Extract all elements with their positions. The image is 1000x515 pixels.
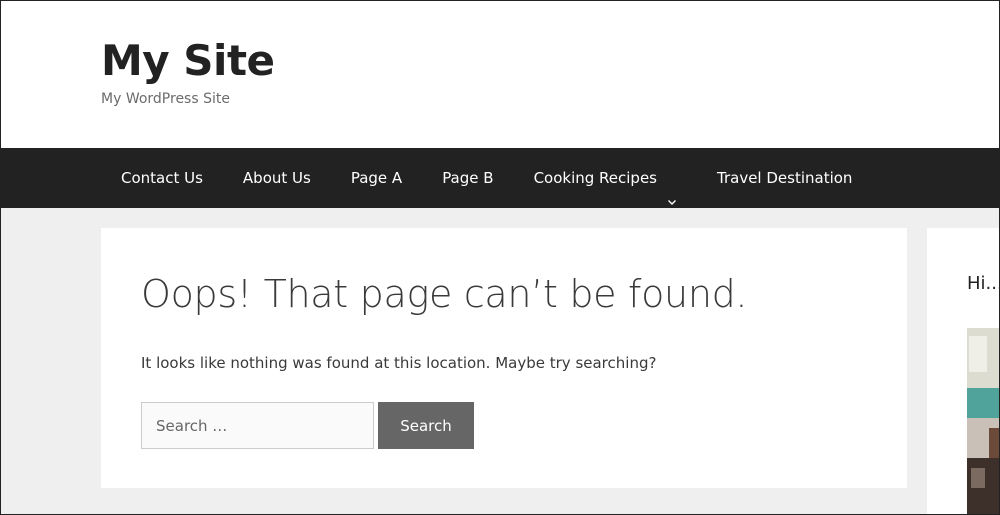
- not-found-message: It looks like nothing was found at this …: [141, 354, 657, 372]
- sidebar-widget: Hi...: [927, 228, 1000, 514]
- sidebar-widget-title: Hi...: [967, 273, 1000, 294]
- content-area: Oops! That page can’t be found. It looks…: [101, 228, 907, 488]
- nav-item-contact-us[interactable]: Contact Us: [101, 148, 223, 208]
- browser-viewport: My Site My WordPress Site Contact Us Abo…: [0, 0, 1000, 515]
- nav-item-label: Travel Destination: [717, 169, 853, 187]
- nav-item-page-a[interactable]: Page A: [331, 148, 422, 208]
- site-title-link[interactable]: My Site: [101, 33, 275, 89]
- search-input[interactable]: [141, 402, 374, 449]
- nav-item-label: Page A: [350, 169, 403, 187]
- nav-item-label: Cooking Recipes: [533, 169, 657, 187]
- nav-item-about-us[interactable]: About Us: [223, 148, 331, 208]
- main-navigation: Contact Us About Us Page A Page B Cookin…: [1, 148, 999, 208]
- page-title: Oops! That page can’t be found.: [141, 272, 748, 316]
- nav-item-label: About Us: [242, 169, 311, 187]
- nav-menu: Contact Us About Us Page A Page B Cookin…: [101, 148, 872, 208]
- nav-item-label: Page B: [442, 169, 494, 187]
- chevron-down-icon[interactable]: [667, 172, 677, 205]
- site-header: My Site My WordPress Site: [1, 1, 999, 148]
- nav-item-label: Contact Us: [121, 169, 203, 187]
- sidebar-image: [967, 328, 999, 514]
- nav-item-page-b[interactable]: Page B: [422, 148, 513, 208]
- search-button[interactable]: Search: [378, 402, 474, 449]
- nav-item-travel-destination[interactable]: Travel Destination: [697, 148, 872, 208]
- nav-item-cooking-recipes[interactable]: Cooking Recipes: [514, 148, 697, 208]
- site-tagline: My WordPress Site: [101, 91, 230, 107]
